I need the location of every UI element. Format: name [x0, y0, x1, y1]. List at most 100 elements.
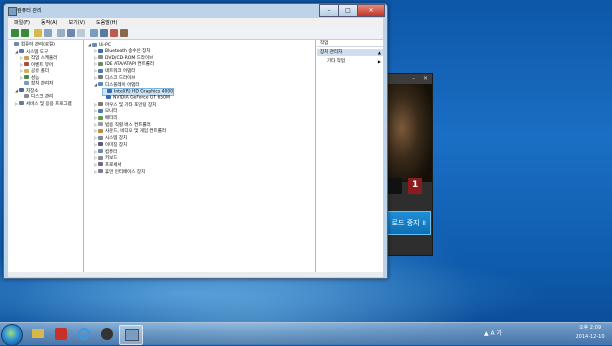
menu-item-0[interactable]: 파일(F) — [8, 18, 35, 26]
device-tree: ◢ Ui-PC ▷ Bluetooth 송수신 장치 ▷ DVD/CD-ROM 드라이브… — [86, 40, 316, 272]
actions-more-actions[interactable]: 기타 작업 ▶ — [317, 58, 383, 65]
system-tray[interactable]: ▲ A 가 — [484, 328, 502, 337]
device-label: 범용 직렬 버스 컨트롤러 — [105, 122, 151, 128]
tree-item[interactable]: ▷ 작업 스케줄러 — [20, 55, 57, 61]
device-category[interactable]: ▷ 시스템 장치 — [94, 135, 127, 141]
device-icon — [98, 122, 103, 127]
tree-item[interactable]: ▷ 이벤트 뷰어 — [20, 62, 53, 68]
forward-icon[interactable] — [21, 29, 29, 37]
menu-item-3[interactable]: 도움말(H) — [90, 18, 122, 26]
device-label: IDE ATA/ATAPI 컨트롤러 — [105, 62, 155, 68]
tree-item[interactable]: 디스크 관리 — [20, 94, 53, 100]
update-driver-icon[interactable] — [100, 29, 108, 37]
taskbar-kakao-talk[interactable] — [96, 325, 118, 343]
close-button[interactable]: ✕ — [357, 4, 385, 17]
game-titlebar[interactable]: – ✕ — [382, 74, 432, 84]
device-icon — [98, 115, 103, 120]
device-category[interactable]: ▷ 네트워크 어댑터 — [94, 68, 135, 74]
device-category[interactable]: ▷ 컴퓨터 — [94, 149, 117, 155]
device-category[interactable]: ▷ 키보드 — [94, 155, 117, 161]
kakao-talk-icon — [101, 328, 113, 340]
show-hide-tree-icon[interactable] — [44, 29, 52, 37]
device-icon — [98, 162, 103, 167]
music-player-icon — [55, 328, 67, 340]
tree-item[interactable]: ◢ 시스템 도구 — [15, 49, 48, 55]
uninstall-icon[interactable] — [110, 29, 118, 37]
device-category[interactable]: ▷ 마우스 및 기타 포인팅 장치 — [94, 102, 156, 108]
tree-item[interactable]: ◢ 저장소 — [15, 88, 38, 94]
tree-node-icon — [24, 55, 29, 60]
console-tree: 컴퓨터 관리(로컬) ◢ 시스템 도구 ▷ 작업 스케줄러 ▷ 이벤트 뷰어 ▷ 공유 폴더 ▷ 성… — [8, 40, 84, 272]
collapse-up-icon[interactable]: ▲ — [378, 49, 381, 56]
computer-management-icon — [125, 329, 139, 341]
tree-item[interactable]: ▷ 공유 폴더 — [20, 68, 49, 74]
taskbar-explorer[interactable] — [27, 325, 49, 343]
device-icon — [98, 61, 103, 66]
clock[interactable]: 오후 2:09 2014-12-10 — [571, 324, 609, 342]
device-category[interactable]: ▷ DVD/CD-ROM 드라이브 — [94, 55, 153, 61]
start-button[interactable] — [1, 324, 23, 346]
game-minimize-button[interactable]: – — [410, 75, 417, 82]
device-category[interactable]: ▷ Bluetooth 송수신 장치 — [94, 48, 150, 54]
taskbar-internet-explorer[interactable] — [73, 325, 95, 343]
taskbar: ▲ A 가 오후 2:09 2014-12-10 — [0, 322, 612, 346]
game-close-button[interactable]: ✕ — [422, 75, 429, 82]
game-rating-badge: 1 — [408, 178, 422, 194]
device-category[interactable]: ◢ 디스플레이 어댑터 — [94, 82, 140, 88]
taskbar-computer-management[interactable] — [119, 325, 143, 345]
actions-section-device-manager[interactable]: 장치 관리자 ▲ — [317, 49, 383, 56]
scan-hardware-icon[interactable] — [90, 29, 98, 37]
menu-item-1[interactable]: 동작(A) — [35, 18, 63, 26]
refresh-icon[interactable] — [57, 29, 65, 37]
device-icon — [107, 89, 112, 94]
game-character-icon — [388, 178, 402, 194]
device-category[interactable]: ▷ 모니터 — [94, 108, 117, 114]
tree-item-label: 서비스 및 응용 프로그램 — [26, 101, 72, 107]
tree-item[interactable]: 장치 관리자 — [20, 81, 53, 87]
device-category[interactable]: ▷ IDE ATA/ATAPI 컨트롤러 — [94, 61, 154, 67]
content-panes: 컴퓨터 관리(로컬) ◢ 시스템 도구 ▷ 작업 스케줄러 ▷ 이벤트 뷰어 ▷ 공유 폴더 ▷ 성… — [8, 40, 383, 272]
device-item[interactable]: NVIDIA GeForce GT 650M — [102, 94, 170, 101]
game-icon-row: 1 — [388, 178, 428, 194]
device-category[interactable]: ▷ 이미징 장치 — [94, 142, 127, 148]
toolbar — [8, 27, 383, 40]
clock-date: 2014-12-10 — [575, 334, 605, 340]
maximize-button[interactable]: □ — [338, 4, 358, 17]
properties-icon[interactable] — [77, 29, 85, 37]
internet-explorer-icon — [78, 328, 90, 340]
tree-node-icon — [24, 68, 29, 73]
device-category[interactable]: ▷ 프로세서 — [94, 162, 122, 168]
device-category[interactable]: ▷ 휴먼 인터페이스 장치 — [94, 169, 145, 175]
menu-bar: 파일(F) 동작(A) 보기(V) 도움말(H) — [8, 18, 383, 27]
device-category[interactable]: ▷ 범용 직렬 버스 컨트롤러 — [94, 122, 151, 128]
computer-management-icon — [8, 7, 17, 16]
device-category[interactable]: ▷ 사운드, 비디오 및 게임 컨트롤러 — [94, 128, 166, 134]
device-label: 컴퓨터 — [105, 149, 118, 155]
game-launcher-window[interactable]: – ✕ 1 로드 중지 ॥ — [381, 73, 433, 256]
back-icon[interactable] — [11, 29, 19, 37]
device-category[interactable]: ▷ 디스크 드라이브 — [94, 75, 135, 81]
tree-item[interactable]: ▷ 서비스 및 응용 프로그램 — [15, 101, 72, 107]
tree-item-label: 컴퓨터 관리(로컬) — [21, 42, 55, 48]
tree-item[interactable]: 컴퓨터 관리(로컬) — [10, 42, 55, 48]
minimize-button[interactable]: – — [319, 4, 339, 17]
device-category[interactable]: ▷ 배터리 — [94, 115, 117, 121]
disable-icon[interactable] — [120, 29, 128, 37]
computer-management-window: 컴퓨터 관리 – □ ✕ 파일(F) 동작(A) 보기(V) 도움말(H) 컴퓨터 관… — [3, 3, 388, 279]
taskbar-music-player[interactable] — [50, 325, 72, 343]
tree-item-label: 성능 — [31, 75, 40, 81]
up-folder-icon[interactable] — [34, 29, 42, 37]
menu-item-2[interactable]: 보기(V) — [63, 18, 91, 26]
device-label: 모니터 — [105, 109, 118, 115]
clock-time: 오후 2:09 — [578, 325, 602, 331]
device-label: 휴먼 인터페이스 장치 — [105, 169, 146, 175]
device-icon — [98, 169, 103, 174]
help-icon[interactable] — [67, 29, 75, 37]
tree-node-icon — [14, 42, 19, 46]
actions-pane: 작업 장치 관리자 ▲ 기타 작업 ▶ — [317, 40, 383, 272]
device-label: 네트워크 어댑터 — [105, 69, 136, 75]
tree-item[interactable]: ▷ 성능 — [20, 75, 39, 81]
tree-node-icon — [19, 88, 24, 92]
game-stop-loading-button[interactable]: 로드 중지 ॥ — [382, 211, 431, 235]
window-titlebar[interactable]: 컴퓨터 관리 – □ ✕ — [4, 4, 387, 17]
